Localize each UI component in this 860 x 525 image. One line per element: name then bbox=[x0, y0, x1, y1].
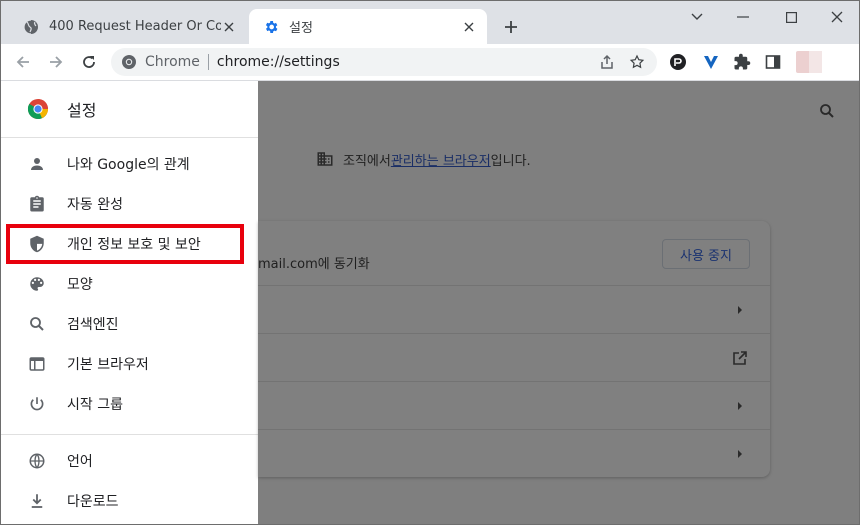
side-panel-icon[interactable] bbox=[761, 50, 785, 74]
close-window-icon[interactable] bbox=[817, 5, 857, 29]
sidebar-item-autofill[interactable]: 자동 완성 bbox=[1, 186, 258, 222]
search-icon bbox=[27, 314, 47, 334]
card-row[interactable] bbox=[258, 333, 770, 382]
reload-icon[interactable] bbox=[77, 50, 101, 74]
card-row[interactable] bbox=[258, 381, 770, 430]
sidebar-item-label: 시작 그룹 bbox=[67, 397, 123, 413]
sidebar-header: 설정 bbox=[1, 81, 258, 138]
sync-account-text: mail.com에 동기화 bbox=[258, 257, 370, 272]
gear-icon bbox=[263, 19, 279, 35]
tab-request-header[interactable]: 400 Request Header Or Cookie bbox=[9, 9, 247, 44]
sidebar-item-appearance[interactable]: 모양 bbox=[1, 266, 258, 302]
tab-settings[interactable]: 설정 bbox=[249, 9, 487, 44]
sidebar-item-label: 언어 bbox=[67, 454, 93, 470]
sidebar-item-on-startup[interactable]: 시작 그룹 bbox=[1, 386, 258, 422]
globe-icon bbox=[23, 18, 39, 35]
site-name: Chrome bbox=[145, 54, 200, 70]
person-icon bbox=[27, 154, 47, 174]
tab-search-chevron-icon[interactable] bbox=[677, 5, 717, 29]
close-tab-icon[interactable] bbox=[221, 19, 237, 35]
extension-icon-dark[interactable] bbox=[666, 50, 690, 74]
sync-card: mail.com에 동기화 사용 중지 bbox=[258, 221, 770, 477]
clipboard-icon bbox=[27, 194, 47, 214]
sidebar-item-search-engine[interactable]: 검색엔진 bbox=[1, 306, 258, 342]
sidebar-item-you-and-google[interactable]: 나와 Google의 관계 bbox=[1, 146, 258, 182]
browser-window-icon bbox=[27, 354, 47, 374]
sidebar-item-label: 다운로드 bbox=[67, 494, 119, 510]
forward-arrow-icon[interactable] bbox=[44, 50, 68, 74]
tab-title: 설정 bbox=[289, 21, 313, 36]
building-icon bbox=[315, 149, 335, 169]
open-external-icon bbox=[730, 348, 750, 368]
sidebar-item-default-browser[interactable]: 기본 브라우저 bbox=[1, 346, 258, 382]
chrome-logo-icon bbox=[27, 99, 49, 120]
sidebar-item-label: 자동 완성 bbox=[67, 197, 123, 213]
new-tab-icon[interactable] bbox=[501, 17, 521, 37]
back-arrow-icon[interactable] bbox=[11, 50, 35, 74]
sidebar-item-label: 나와 Google의 관계 bbox=[67, 157, 190, 173]
settings-main-dimmed: 조직에서 관리하는 브라우저 입니다. mail.com에 동기화 사용 중지 bbox=[258, 81, 859, 524]
chevron-right-icon bbox=[730, 444, 750, 464]
chevron-right-icon bbox=[730, 396, 750, 416]
url-text: chrome://settings bbox=[216, 54, 340, 70]
address-bar[interactable]: Chrome chrome://settings bbox=[111, 48, 657, 76]
browser-window: 400 Request Header Or Cookie 설정 bbox=[0, 0, 860, 525]
managed-suffix: 입니다. bbox=[490, 153, 531, 169]
puzzle-icon[interactable] bbox=[730, 50, 754, 74]
highlight-annotation-box bbox=[6, 224, 244, 264]
tab-strip: 400 Request Header Or Cookie 설정 bbox=[1, 1, 859, 44]
chrome-icon bbox=[121, 54, 137, 70]
minimize-icon[interactable] bbox=[723, 5, 763, 29]
share-icon[interactable] bbox=[595, 50, 619, 74]
vpn-extension-icon[interactable] bbox=[699, 50, 723, 74]
omnibox-separator bbox=[207, 54, 209, 70]
power-icon bbox=[27, 394, 47, 414]
managed-browser-notice: 조직에서 관리하는 브라우저 입니다. bbox=[315, 149, 531, 169]
sidebar-item-languages[interactable]: 언어 bbox=[1, 443, 258, 479]
managed-prefix: 조직에서 bbox=[343, 153, 391, 169]
close-tab-icon[interactable] bbox=[461, 19, 477, 35]
search-icon[interactable] bbox=[815, 99, 839, 123]
globe-icon bbox=[27, 451, 47, 471]
sidebar-item-downloads[interactable]: 다운로드 bbox=[1, 483, 258, 519]
download-icon bbox=[27, 491, 47, 511]
toolbar: Chrome chrome://settings bbox=[1, 44, 859, 81]
maximize-icon[interactable] bbox=[771, 5, 811, 29]
sidebar-divider bbox=[1, 434, 258, 435]
chevron-right-icon bbox=[730, 300, 750, 320]
profile-avatar[interactable] bbox=[796, 51, 822, 73]
settings-title: 설정 bbox=[67, 101, 97, 120]
sidebar-item-label: 기본 브라우저 bbox=[67, 357, 149, 373]
card-row[interactable] bbox=[258, 285, 770, 334]
managed-browser-link[interactable]: 관리하는 브라우저 bbox=[391, 150, 491, 169]
sidebar-item-label: 검색엔진 bbox=[67, 317, 119, 333]
bookmark-star-icon[interactable] bbox=[625, 50, 649, 74]
settings-sidebar: 설정 나와 Google의 관계 자동 완성 개인 정보 보호 및 보안 모양 bbox=[1, 81, 258, 524]
sidebar-item-label: 모양 bbox=[67, 277, 93, 293]
palette-icon bbox=[27, 274, 47, 294]
stop-sync-button[interactable]: 사용 중지 bbox=[662, 239, 750, 269]
tab-title: 400 Request Header Or Cookie bbox=[49, 19, 221, 34]
card-row[interactable] bbox=[258, 429, 770, 478]
